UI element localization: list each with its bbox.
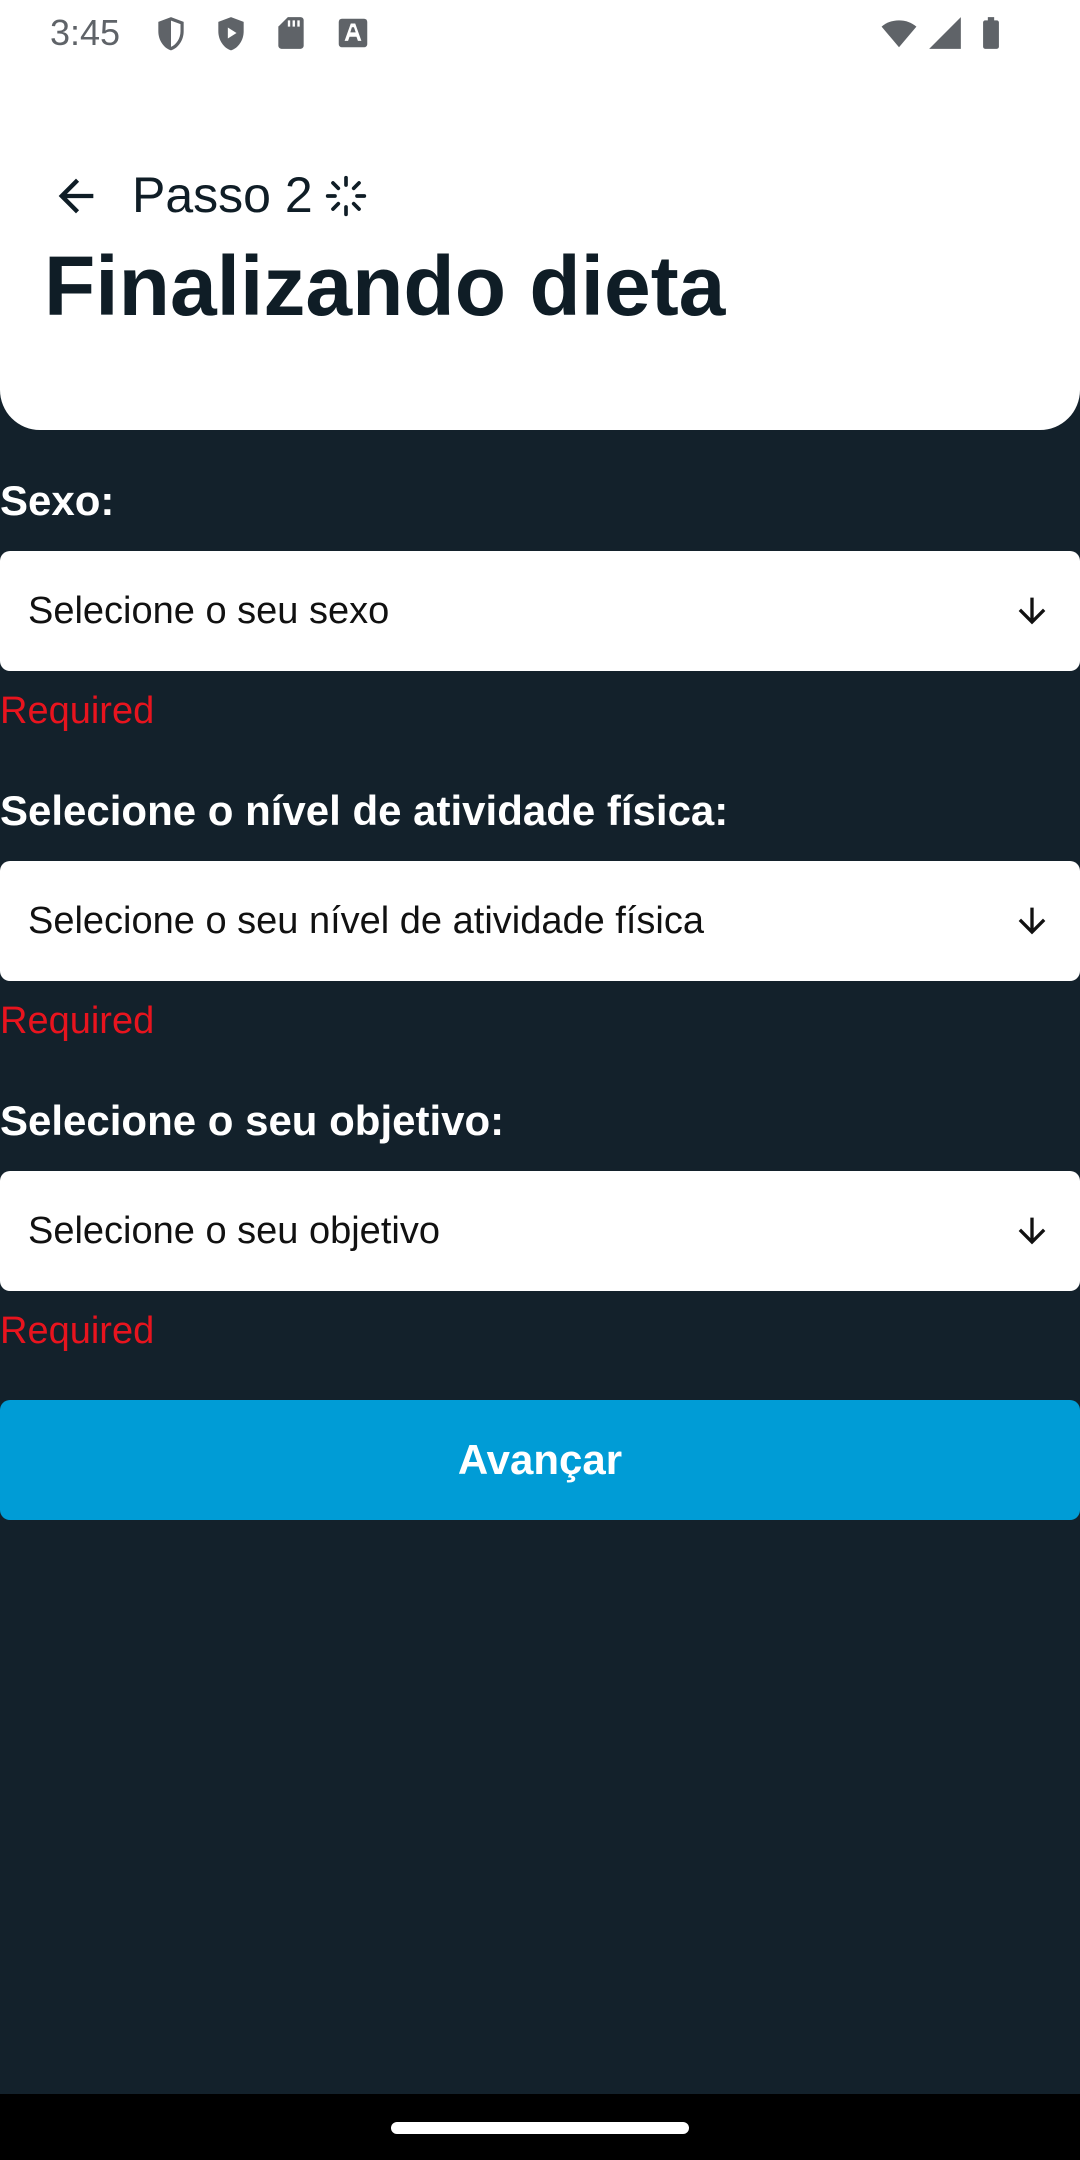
- status-bar: 3:45: [0, 0, 1080, 66]
- sex-select[interactable]: Selecione o seu sexo: [0, 551, 1080, 671]
- goal-select[interactable]: Selecione o seu objetivo: [0, 1171, 1080, 1291]
- advance-button[interactable]: Avançar: [0, 1400, 1080, 1520]
- activity-select[interactable]: Selecione o seu nível de atividade físic…: [0, 861, 1080, 981]
- goal-label: Selecione o seu objetivo:: [0, 1097, 505, 1144]
- arrow-down-icon: [1018, 597, 1046, 625]
- sex-error: Required: [0, 690, 155, 732]
- signal-icon: [929, 17, 961, 49]
- status-time: 3:45: [50, 12, 121, 53]
- goal-select-placeholder: Selecione o seu objetivo: [28, 1210, 440, 1252]
- activity-error: Required: [0, 1000, 155, 1042]
- arrow-down-icon: [1018, 1217, 1046, 1245]
- shield-icon: [158, 17, 184, 51]
- activity-label: Selecione o nível de atividade física:: [0, 787, 729, 834]
- activity-select-placeholder: Selecione o seu nível de atividade físic…: [28, 900, 704, 942]
- sd-card-icon: [278, 17, 304, 49]
- step-label: Passo 2: [132, 167, 313, 223]
- sex-label: Sexo:: [0, 477, 115, 524]
- wifi-icon: [881, 20, 917, 48]
- play-shield-icon: [218, 17, 244, 51]
- battery-icon: [983, 17, 999, 49]
- back-button[interactable]: [38, 158, 114, 234]
- spinner-icon: [325, 175, 367, 217]
- arrow-down-icon: [1018, 907, 1046, 935]
- arrow-back-icon: [58, 178, 94, 214]
- font-download-icon: [338, 18, 368, 48]
- sex-select-placeholder: Selecione o seu sexo: [28, 590, 390, 632]
- home-indicator[interactable]: [391, 2122, 689, 2134]
- goal-error: Required: [0, 1310, 155, 1352]
- page-title: Finalizando dieta: [44, 239, 726, 333]
